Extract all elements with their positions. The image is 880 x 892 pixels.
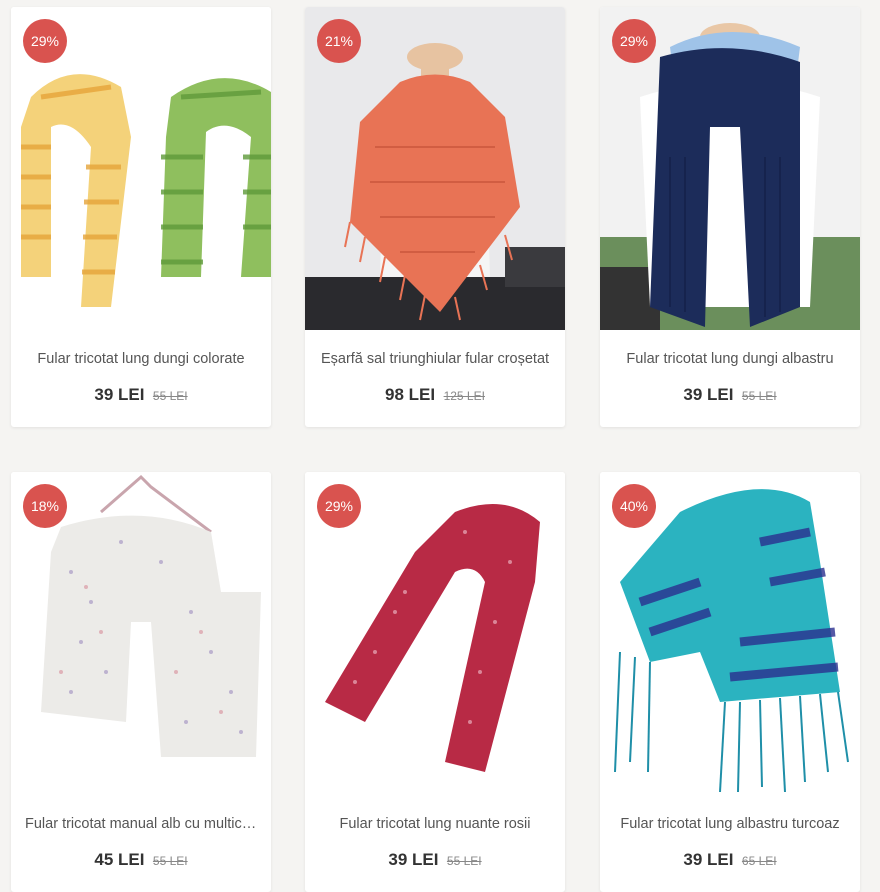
discount-badge: 29% <box>23 19 67 63</box>
old-price: 55 LEI <box>741 389 777 403</box>
product-card[interactable]: 18% Fular tricotat manual alb cu multico… <box>11 472 271 892</box>
discount-badge: 29% <box>317 484 361 528</box>
product-title[interactable]: Fular tricotat lung albastru turcoaz <box>614 816 846 832</box>
price: 39 LEI <box>94 385 145 404</box>
price-row: 39 LEI 55 LEI <box>305 850 565 870</box>
old-price: 55 LEI <box>152 389 188 403</box>
product-title[interactable]: Fular tricotat lung dungi colorate <box>25 351 257 367</box>
price: 39 LEI <box>388 850 439 869</box>
discount-badge: 29% <box>612 19 656 63</box>
old-price: 65 LEI <box>741 854 777 868</box>
old-price: 125 LEI <box>443 389 485 403</box>
discount-badge: 40% <box>612 484 656 528</box>
old-price: 55 LEI <box>152 854 188 868</box>
old-price: 55 LEI <box>446 854 482 868</box>
product-card[interactable]: 40% Fular tricotat lung albastru turcoaz… <box>600 472 860 892</box>
price: 45 LEI <box>94 850 145 869</box>
price-row: 39 LEI 65 LEI <box>600 850 860 870</box>
price: 39 LEI <box>683 850 734 869</box>
product-title[interactable]: Eșarfă sal triunghiular fular croșetat <box>319 351 551 367</box>
discount-badge: 18% <box>23 484 67 528</box>
product-card[interactable]: 21% Eșarfă sal triunghiular fular croșet… <box>305 7 565 427</box>
price-row: 39 LEI 55 LEI <box>600 385 860 405</box>
price-row: 45 LEI 55 LEI <box>11 850 271 870</box>
product-title[interactable]: Fular tricotat manual alb cu multicolor <box>25 816 257 832</box>
discount-badge: 21% <box>317 19 361 63</box>
product-title[interactable]: Fular tricotat lung dungi albastru <box>614 351 846 367</box>
price-row: 98 LEI 125 LEI <box>305 385 565 405</box>
product-title[interactable]: Fular tricotat lung nuante rosii <box>319 816 551 832</box>
product-card[interactable]: 29% Fular tricotat lung dungi colorate 3… <box>11 7 271 427</box>
price-row: 39 LEI 55 LEI <box>11 385 271 405</box>
product-card[interactable]: 29% Fular tricotat lung nuante rosii 39 … <box>305 472 565 892</box>
price: 39 LEI <box>683 385 734 404</box>
product-card[interactable]: 29% Fular tricotat lung dungi albastru 3… <box>600 7 860 427</box>
price: 98 LEI <box>385 385 436 404</box>
